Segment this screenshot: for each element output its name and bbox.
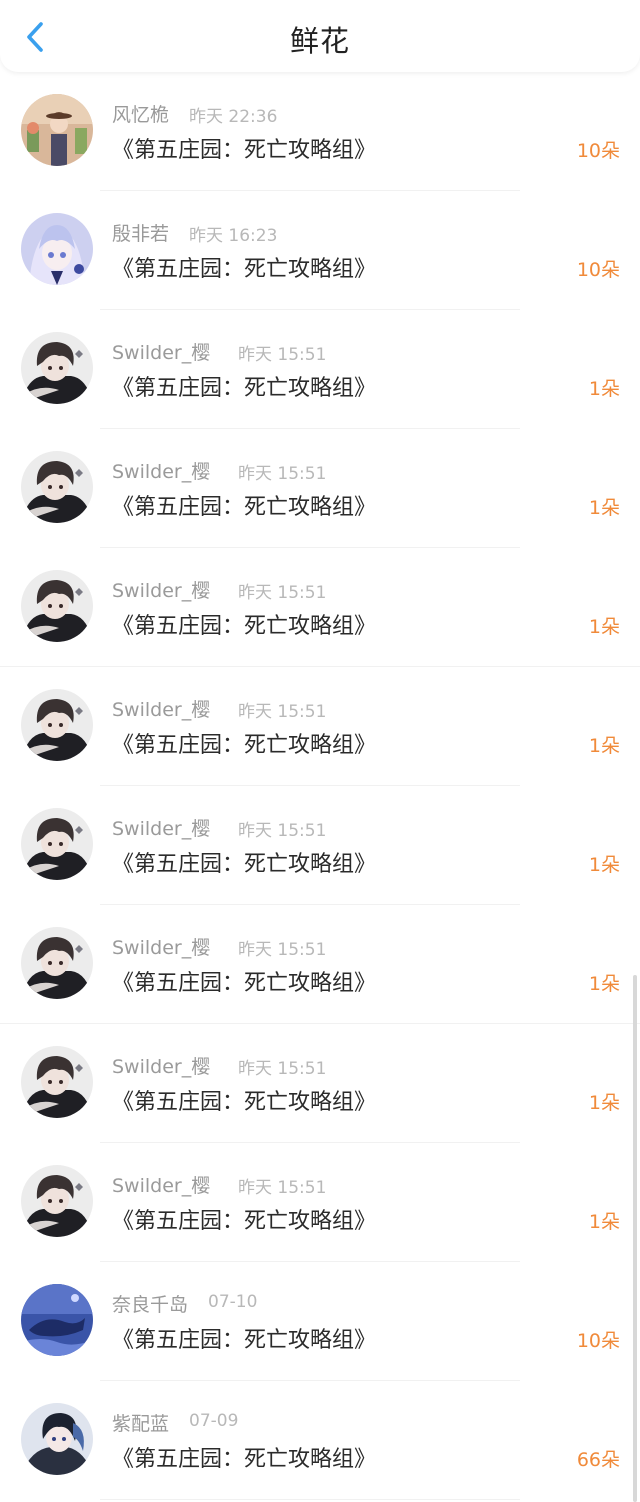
user-avatar[interactable] <box>21 1046 93 1118</box>
book-title[interactable]: 《第五庄园：死亡攻略组》 <box>112 489 376 521</box>
username[interactable]: Swilder_樱 <box>112 1052 210 1079</box>
timestamp: 昨天 15:51 <box>238 1178 327 1198</box>
timestamp: 昨天 15:51 <box>238 583 327 603</box>
user-avatar[interactable] <box>21 94 93 166</box>
timestamp: 昨天 15:51 <box>238 702 327 722</box>
timestamp: 昨天 15:51 <box>238 940 327 960</box>
flower-count: 1朵 <box>588 854 620 876</box>
flower-record-row[interactable]: Swilder_樱 昨天 15:51 《第五庄园：死亡攻略组》 1朵 <box>0 310 640 429</box>
timestamp: 昨天 15:51 <box>238 345 327 365</box>
flower-record-row[interactable]: Swilder_樱 昨天 15:51 《第五庄园：死亡攻略组》 1朵 <box>0 548 640 667</box>
flower-count: 1朵 <box>588 1092 620 1114</box>
username[interactable]: Swilder_樱 <box>112 695 210 722</box>
row-divider <box>100 1499 520 1500</box>
flower-record-row[interactable]: 风忆桅 昨天 22:36 《第五庄园：死亡攻略组》 10朵 <box>0 72 640 191</box>
flower-count: 1朵 <box>588 735 620 757</box>
username[interactable]: Swilder_樱 <box>112 933 210 960</box>
user-avatar[interactable] <box>21 213 93 285</box>
book-title[interactable]: 《第五庄园：死亡攻略组》 <box>112 1203 376 1235</box>
flower-count: 10朵 <box>576 140 620 162</box>
timestamp: 昨天 15:51 <box>238 464 327 484</box>
username[interactable]: 奈良千岛 <box>112 1290 188 1317</box>
book-title[interactable]: 《第五庄园：死亡攻略组》 <box>112 1322 376 1354</box>
book-title[interactable]: 《第五庄园：死亡攻略组》 <box>112 846 376 878</box>
username[interactable]: 殷非若 <box>112 219 169 246</box>
user-avatar[interactable] <box>21 689 93 761</box>
user-avatar[interactable] <box>21 808 93 880</box>
flower-record-row[interactable]: 紫配蓝 07-09 《第五庄园：死亡攻略组》 66朵 <box>0 1381 640 1500</box>
username[interactable]: Swilder_樱 <box>112 814 210 841</box>
username[interactable]: 紫配蓝 <box>112 1409 169 1436</box>
book-title[interactable]: 《第五庄园：死亡攻略组》 <box>112 727 376 759</box>
username[interactable]: Swilder_樱 <box>112 457 210 484</box>
scrollbar[interactable] <box>633 975 637 1502</box>
flower-count: 1朵 <box>588 497 620 519</box>
timestamp: 昨天 15:51 <box>238 821 327 841</box>
timestamp: 昨天 16:23 <box>189 226 278 246</box>
book-title[interactable]: 《第五庄园：死亡攻略组》 <box>112 1441 376 1473</box>
username[interactable]: 风忆桅 <box>112 100 169 127</box>
user-avatar[interactable] <box>21 1165 93 1237</box>
book-title[interactable]: 《第五庄园：死亡攻略组》 <box>112 608 376 640</box>
flower-count: 1朵 <box>588 616 620 638</box>
timestamp: 07-09 <box>189 1411 239 1431</box>
flower-count: 1朵 <box>588 1211 620 1233</box>
flower-record-row[interactable]: Swilder_樱 昨天 15:51 《第五庄园：死亡攻略组》 1朵 <box>0 667 640 786</box>
user-avatar[interactable] <box>21 451 93 523</box>
user-avatar[interactable] <box>21 332 93 404</box>
flower-record-row[interactable]: Swilder_樱 昨天 15:51 《第五庄园：死亡攻略组》 1朵 <box>0 429 640 548</box>
flower-count: 10朵 <box>576 259 620 281</box>
flower-count: 1朵 <box>588 973 620 995</box>
book-title[interactable]: 《第五庄园：死亡攻略组》 <box>112 965 376 997</box>
user-avatar[interactable] <box>21 1284 93 1356</box>
user-avatar[interactable] <box>21 570 93 642</box>
flower-record-row[interactable]: Swilder_樱 昨天 15:51 《第五庄园：死亡攻略组》 1朵 <box>0 1024 640 1143</box>
flower-record-list: 风忆桅 昨天 22:36 《第五庄园：死亡攻略组》 10朵 殷非若 昨天 16:23 《第五… <box>0 72 640 1500</box>
book-title[interactable]: 《第五庄园：死亡攻略组》 <box>112 132 376 164</box>
flower-count: 10朵 <box>576 1330 620 1352</box>
top-bar: 鲜花 <box>0 0 640 72</box>
flower-record-row[interactable]: Swilder_樱 昨天 15:51 《第五庄园：死亡攻略组》 1朵 <box>0 1143 640 1262</box>
flower-count: 66朵 <box>576 1449 620 1471</box>
flower-record-row[interactable]: Swilder_樱 昨天 15:51 《第五庄园：死亡攻略组》 1朵 <box>0 905 640 1024</box>
book-title[interactable]: 《第五庄园：死亡攻略组》 <box>112 1084 376 1116</box>
flower-record-row[interactable]: Swilder_樱 昨天 15:51 《第五庄园：死亡攻略组》 1朵 <box>0 786 640 905</box>
timestamp: 昨天 15:51 <box>238 1059 327 1079</box>
username[interactable]: Swilder_樱 <box>112 1171 210 1198</box>
user-avatar[interactable] <box>21 1403 93 1475</box>
username[interactable]: Swilder_樱 <box>112 576 210 603</box>
flower-count: 1朵 <box>588 378 620 400</box>
page-title: 鲜花 <box>289 24 350 58</box>
timestamp: 07-10 <box>208 1292 258 1312</box>
flower-record-row[interactable]: 奈良千岛 07-10 《第五庄园：死亡攻略组》 10朵 <box>0 1262 640 1381</box>
username[interactable]: Swilder_樱 <box>112 338 210 365</box>
flower-record-row[interactable]: 殷非若 昨天 16:23 《第五庄园：死亡攻略组》 10朵 <box>0 191 640 310</box>
timestamp: 昨天 22:36 <box>189 107 278 127</box>
book-title[interactable]: 《第五庄园：死亡攻略组》 <box>112 370 376 402</box>
user-avatar[interactable] <box>21 927 93 999</box>
book-title[interactable]: 《第五庄园：死亡攻略组》 <box>112 251 376 283</box>
